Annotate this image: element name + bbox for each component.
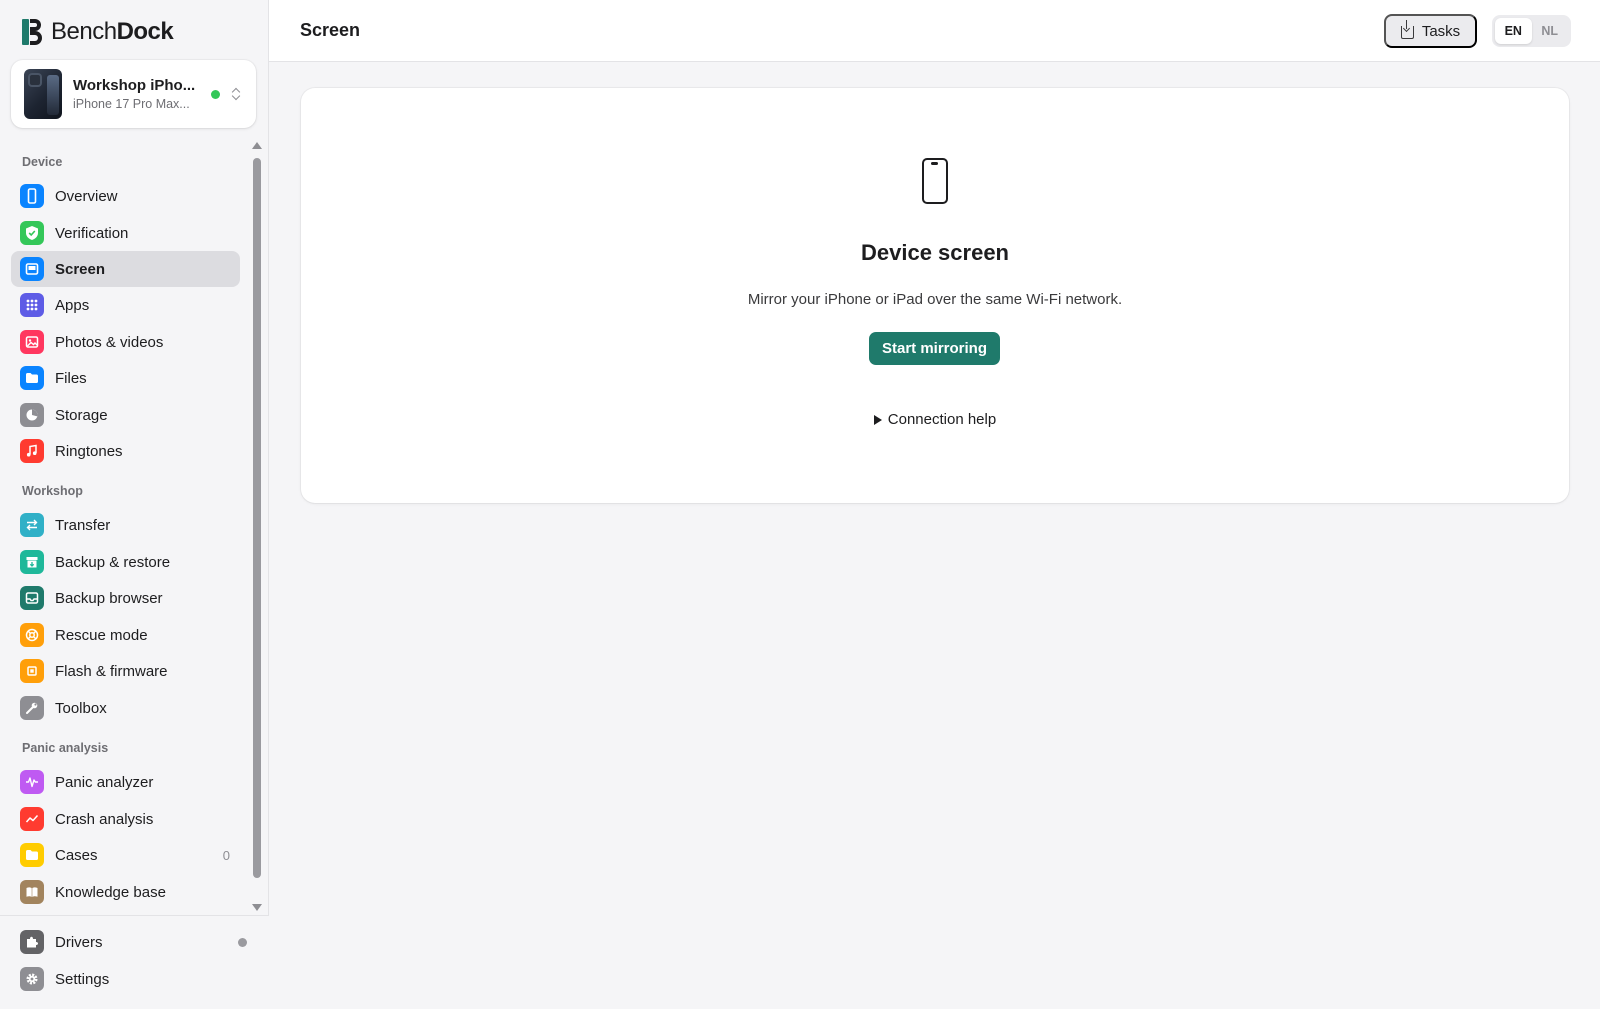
- sidebar-item-verification[interactable]: Verification: [11, 215, 240, 251]
- sidebar-item-rescue-mode[interactable]: Rescue mode: [11, 617, 240, 653]
- gear-icon: [20, 967, 44, 991]
- sidebar-nav: Device Overview Verification Screen Apps: [0, 138, 269, 915]
- phone-icon: [922, 158, 948, 204]
- trend-icon: [20, 807, 44, 831]
- sidebar-item-label: Files: [55, 369, 87, 387]
- sidebar-item-knowledge-base[interactable]: Knowledge base: [11, 874, 240, 910]
- sidebar-item-crash-analysis[interactable]: Crash analysis: [11, 801, 240, 837]
- connection-status-dot: [211, 89, 220, 99]
- sidebar-item-settings[interactable]: Settings: [11, 961, 240, 997]
- device-name: Workshop iPho...: [73, 77, 196, 94]
- sidebar-item-label: Flash & firmware: [55, 662, 168, 680]
- sidebar-item-panic-analyzer[interactable]: Panic analyzer: [11, 764, 240, 800]
- sidebar-item-label: Backup & restore: [55, 553, 171, 571]
- photo-icon: [20, 330, 44, 354]
- drivers-status-dot: [238, 938, 247, 947]
- sidebar-item-overview[interactable]: Overview: [11, 178, 240, 214]
- connection-help-disclosure[interactable]: Connection help: [301, 411, 1569, 428]
- tasks-label: Tasks: [1421, 22, 1461, 40]
- scroll-up-arrow-icon[interactable]: [252, 142, 262, 149]
- tray-icon: [20, 586, 44, 610]
- sidebar-item-label: Overview: [55, 187, 118, 205]
- sidebar-item-label: Photos & videos: [55, 333, 164, 351]
- logo-mark-icon: [22, 19, 42, 45]
- sidebar-item-storage[interactable]: Storage: [11, 397, 240, 433]
- sidebar-item-label: Backup browser: [55, 589, 163, 607]
- sidebar-footer: Drivers Settings: [0, 915, 269, 1009]
- sidebar-item-label: Crash analysis: [55, 810, 154, 828]
- folder-icon: [20, 843, 44, 867]
- sidebar-item-label: Storage: [55, 406, 108, 424]
- pie-chart-icon: [20, 403, 44, 427]
- waveform-icon: [20, 770, 44, 794]
- top-bar: Screen Tasks EN NL: [269, 0, 1600, 62]
- shield-check-icon: [20, 221, 44, 245]
- sidebar-item-label: Panic analyzer: [55, 773, 154, 791]
- sidebar: BenchDock Workshop iPho... iPhone 17 Pro…: [0, 0, 269, 1009]
- tasks-button[interactable]: Tasks: [1384, 14, 1477, 48]
- scroll-down-arrow-icon[interactable]: [252, 904, 262, 911]
- chevron-updown-icon[interactable]: [230, 86, 242, 102]
- sidebar-item-label: Ringtones: [55, 442, 123, 460]
- wrench-icon: [20, 696, 44, 720]
- sidebar-item-photos[interactable]: Photos & videos: [11, 324, 240, 360]
- sidebar-item-label: Rescue mode: [55, 626, 148, 644]
- book-icon: [20, 880, 44, 904]
- sidebar-item-label: Settings: [55, 970, 110, 988]
- language-option-nl[interactable]: NL: [1532, 18, 1569, 44]
- transfer-arrows-icon: [20, 513, 44, 537]
- music-note-icon: [20, 439, 44, 463]
- logo-text: BenchDock: [51, 18, 174, 45]
- device-thumbnail: [24, 69, 62, 119]
- sidebar-item-label: Drivers: [55, 933, 103, 951]
- language-option-en[interactable]: EN: [1495, 18, 1532, 44]
- device-screen-card: Device screen Mirror your iPhone or iPad…: [301, 88, 1569, 503]
- device-info: Workshop iPho... iPhone 17 Pro Max...: [73, 77, 201, 111]
- logo[interactable]: BenchDock: [22, 18, 174, 46]
- sidebar-item-label: Transfer: [55, 516, 111, 534]
- card-description: Mirror your iPhone or iPad over the same…: [747, 291, 1123, 308]
- sidebar-item-files[interactable]: Files: [11, 360, 240, 396]
- sidebar-item-transfer[interactable]: Transfer: [11, 507, 240, 543]
- section-label-device: Device: [22, 155, 63, 169]
- sidebar-item-label: Cases: [55, 846, 98, 864]
- sidebar-item-label: Verification: [55, 224, 129, 242]
- chip-icon: [20, 659, 44, 683]
- sidebar-item-label: Toolbox: [55, 699, 107, 717]
- sidebar-item-ringtones[interactable]: Ringtones: [11, 433, 240, 469]
- sidebar-item-drivers[interactable]: Drivers: [11, 924, 240, 960]
- start-mirroring-button[interactable]: Start mirroring: [869, 332, 1000, 365]
- section-label-workshop: Workshop: [22, 484, 83, 498]
- puzzle-icon: [20, 930, 44, 954]
- sidebar-item-cases[interactable]: Cases 0: [11, 837, 240, 873]
- grid-icon: [20, 293, 44, 317]
- lifebuoy-icon: [20, 623, 44, 647]
- sidebar-item-label: Apps: [55, 296, 90, 314]
- download-tray-icon: [1400, 20, 1414, 39]
- device-selector[interactable]: Workshop iPho... iPhone 17 Pro Max...: [11, 60, 256, 128]
- sidebar-item-label: Screen: [55, 260, 106, 278]
- sidebar-item-flash-firmware[interactable]: Flash & firmware: [11, 653, 240, 689]
- language-toggle: EN NL: [1492, 15, 1571, 47]
- connection-help-label: Connection help: [887, 411, 997, 428]
- sidebar-item-toolbox[interactable]: Toolbox: [11, 690, 240, 726]
- sidebar-scrollbar[interactable]: [251, 138, 263, 915]
- sidebar-item-label: Knowledge base: [55, 883, 166, 901]
- sidebar-item-backup-browser[interactable]: Backup browser: [11, 580, 240, 616]
- section-label-panic-analysis: Panic analysis: [22, 741, 109, 755]
- cases-count-badge: 0: [222, 847, 230, 863]
- card-title: Device screen: [861, 240, 1009, 265]
- phone-icon: [20, 184, 44, 208]
- sidebar-item-backup-restore[interactable]: Backup & restore: [11, 544, 240, 580]
- sidebar-item-screen[interactable]: Screen: [11, 251, 240, 287]
- screen-icon: [20, 257, 44, 281]
- folder-icon: [20, 366, 44, 390]
- scroll-thumb[interactable]: [253, 158, 261, 878]
- page-title: Screen: [300, 20, 361, 40]
- archive-icon: [20, 550, 44, 574]
- disclosure-triangle-icon: [873, 414, 882, 425]
- device-model: iPhone 17 Pro Max...: [73, 97, 190, 111]
- sidebar-item-apps[interactable]: Apps: [11, 287, 240, 323]
